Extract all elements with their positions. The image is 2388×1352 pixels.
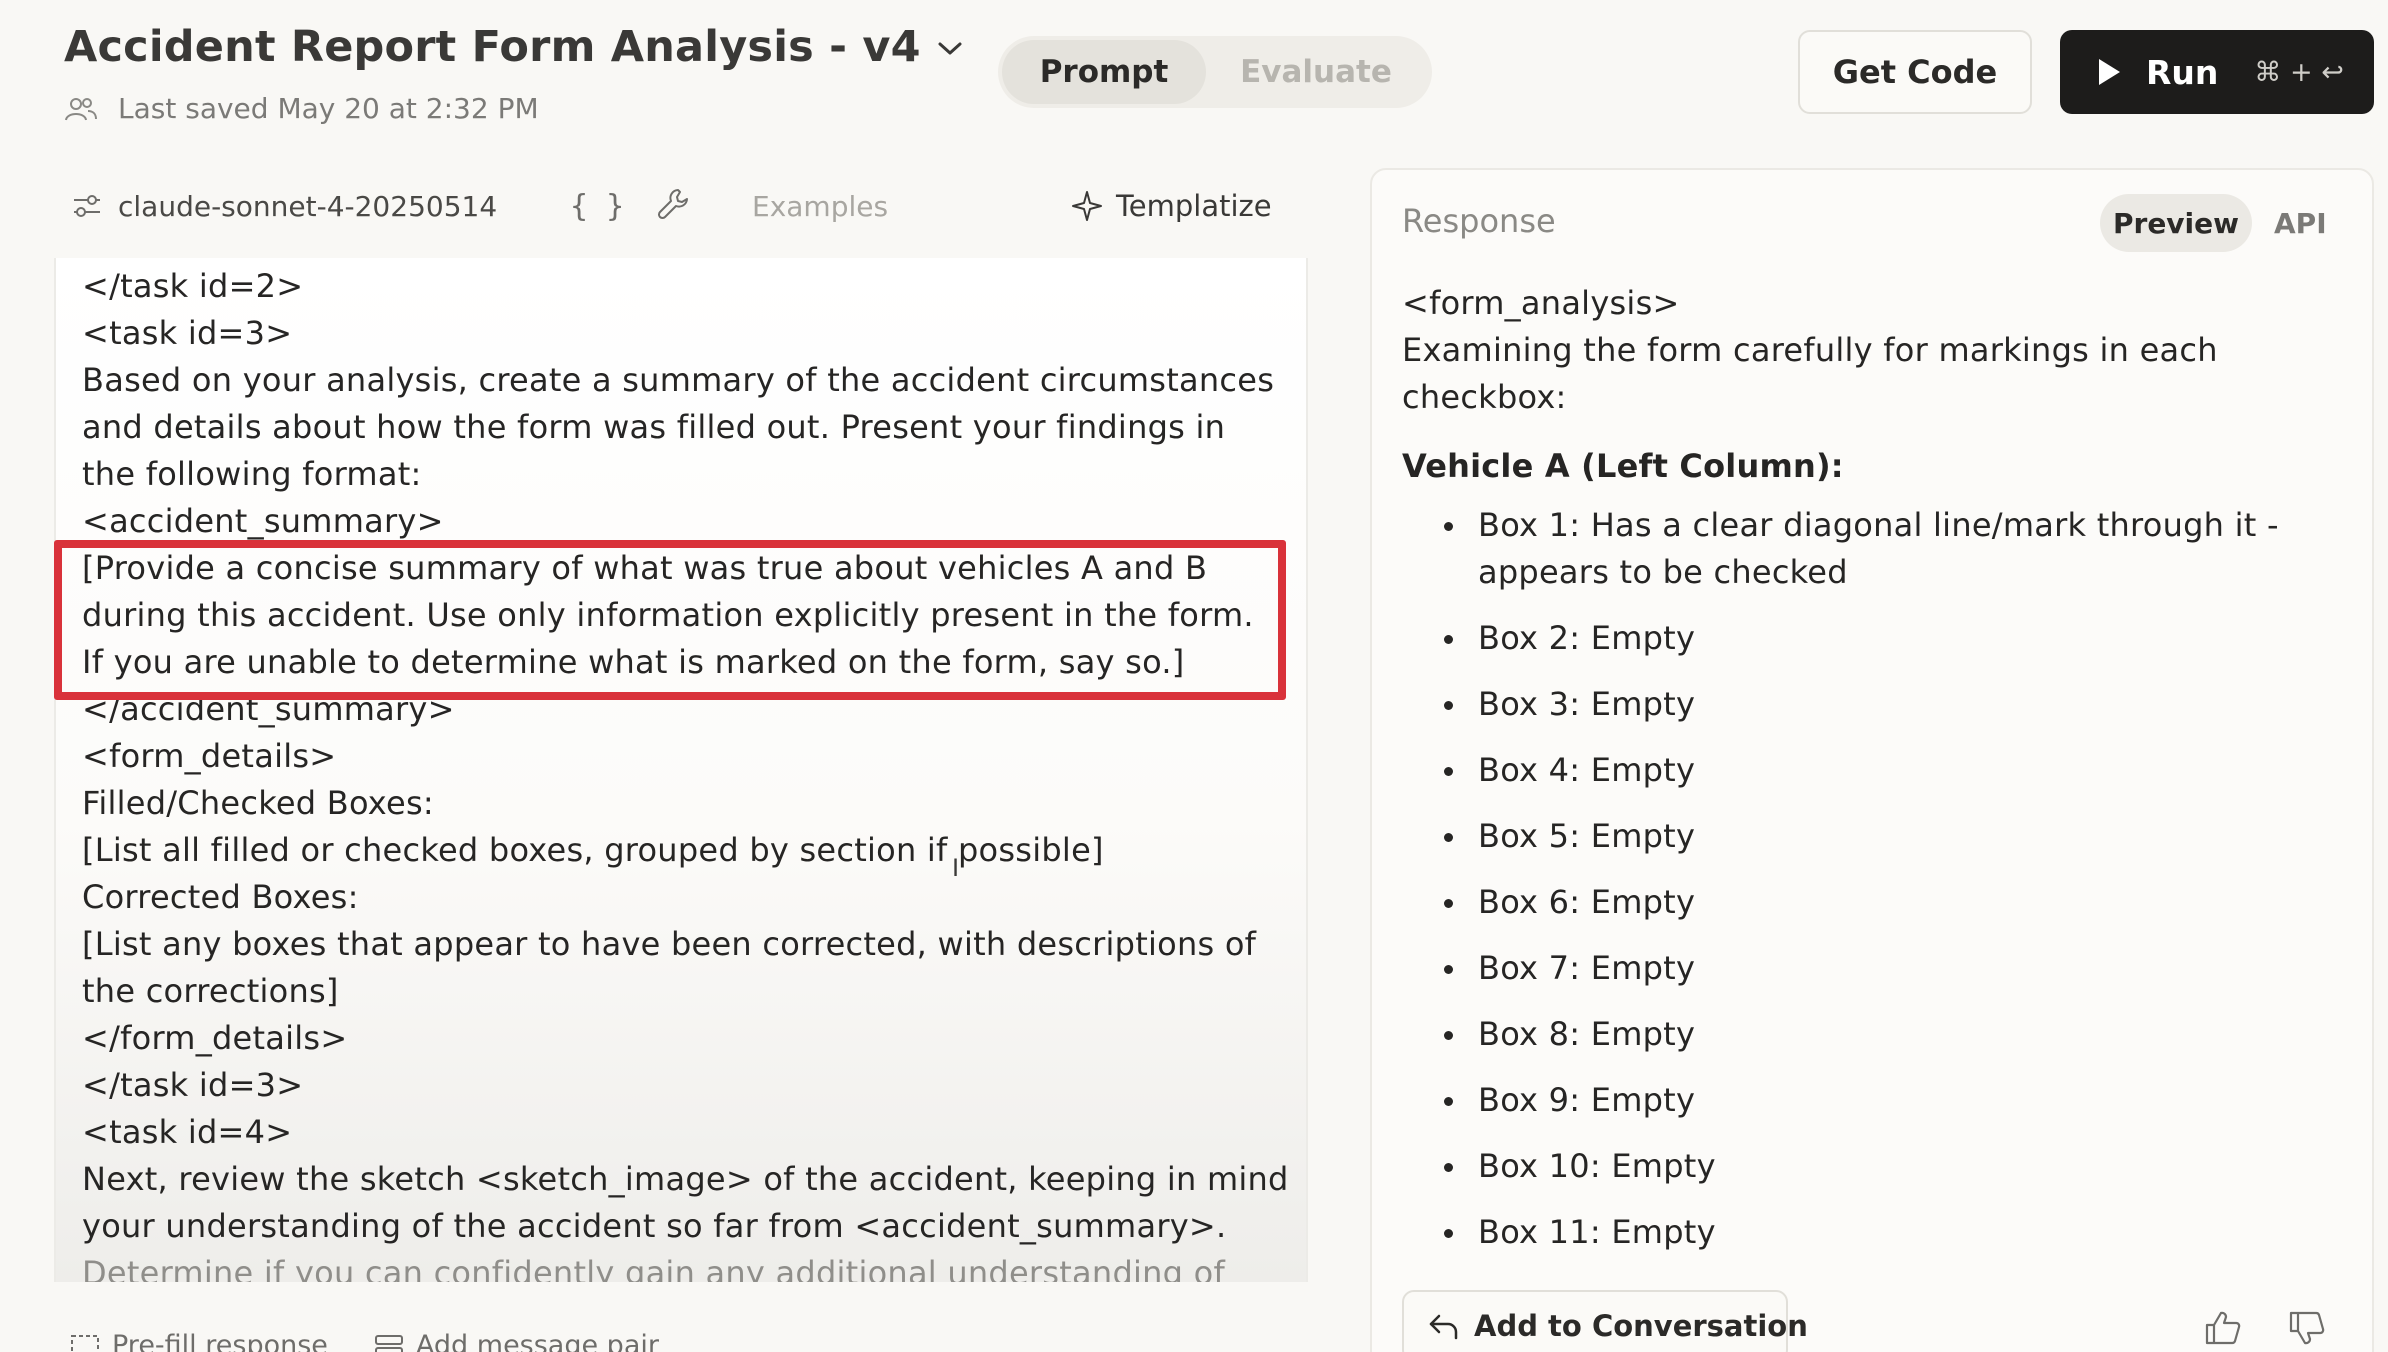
add-to-conversation-button[interactable]: Add to Conversation (1402, 1290, 1808, 1352)
editor-line: Corrected Boxes: (82, 878, 359, 916)
wrench-icon[interactable] (656, 186, 692, 222)
list-item-text: Box 6: Empty (1478, 883, 1696, 921)
list-item: Box 6: Empty (1402, 879, 2342, 926)
get-code-button[interactable]: Get Code (1798, 30, 2032, 114)
editor-line: and details about how the form was fille… (82, 408, 1226, 446)
editor-line: </task id=2> (82, 267, 304, 305)
run-label: Run (2146, 52, 2219, 92)
title-row[interactable]: Accident Report Form Analysis - v4 (64, 22, 963, 72)
response-line: checkbox: (1402, 378, 1567, 416)
thumbs-down-icon[interactable] (2288, 1310, 2326, 1346)
page-title: Accident Report Form Analysis - v4 (64, 22, 921, 72)
response-line: Examining the form carefully for marking… (1402, 331, 2218, 369)
list-item: Box 2: Empty (1402, 615, 2342, 662)
list-item: Box 8: Empty (1402, 1011, 2342, 1058)
list-item-text: Box 2: Empty (1478, 619, 1696, 657)
editor-line: </task id=3> (82, 1066, 304, 1104)
examples-button[interactable]: Examples (752, 190, 888, 223)
list-item-text: Box 1: Has a clear diagonal line/mark th… (1478, 506, 2279, 544)
list-item: Box 5: Empty (1402, 813, 2342, 860)
editor-line: [List all filled or checked boxes, group… (82, 831, 1104, 869)
list-item: Box 3: Empty (1402, 681, 2342, 728)
editor-line: Filled/Checked Boxes: (82, 784, 434, 822)
add-to-conversation-label: Add to Conversation (1474, 1309, 1808, 1343)
response-line: <form_analysis> (1402, 284, 1680, 322)
api-tab[interactable]: API (2274, 207, 2327, 240)
list-item-text: Box 7: Empty (1478, 949, 1696, 987)
add-message-pair-button[interactable]: Add message pair (374, 1330, 659, 1352)
editor-line: <task id=4> (82, 1113, 293, 1151)
editor-line: <form_details> (82, 737, 337, 775)
reply-icon (1428, 1312, 1460, 1340)
response-view-toggle: Preview API (2100, 194, 2327, 252)
response-heading: Vehicle A (Left Column): (1402, 447, 1844, 485)
last-saved: Last saved May 20 at 2:32 PM (64, 92, 539, 125)
prompt-editor[interactable]: </task id=2> <task id=3> Based on your a… (54, 258, 1308, 1282)
variables-button[interactable]: { } (570, 189, 624, 224)
prefill-icon (70, 1334, 100, 1352)
list-item: Box 1: Has a clear diagonal line/mark th… (1402, 502, 2342, 596)
editor-line: </form_details> (82, 1019, 348, 1057)
prefill-response-button[interactable]: Pre-fill response (70, 1330, 328, 1352)
list-item-text: Box 5: Empty (1478, 817, 1696, 855)
list-item-text: Box 10: Empty (1478, 1147, 1716, 1185)
list-item: Box 7: Empty (1402, 945, 2342, 992)
list-item: Box 11: Empty (1402, 1209, 2342, 1256)
response-panel: Response Preview API <form_analysis> Exa… (1370, 168, 2374, 1352)
templatize-label: Templatize (1116, 189, 1272, 223)
list-item-text: Box 4: Empty (1478, 751, 1696, 789)
add-pair-label: Add message pair (415, 1330, 659, 1352)
sliders-icon (72, 193, 102, 219)
message-pair-icon (374, 1334, 404, 1352)
sparkle-icon (1070, 189, 1104, 223)
mode-tabs: Prompt Evaluate (998, 36, 1432, 108)
editor-line: <accident_summary> (82, 502, 444, 540)
chevron-down-icon[interactable] (937, 41, 963, 57)
list-item-text: Box 11: Empty (1478, 1213, 1716, 1251)
last-saved-text: Last saved May 20 at 2:32 PM (118, 92, 539, 125)
list-item-text: Box 3: Empty (1478, 685, 1696, 723)
editor-bottom-bar: Pre-fill response Add message pair (70, 1330, 705, 1352)
templatize-button[interactable]: Templatize (1070, 189, 1272, 223)
list-item: Box 9: Empty (1402, 1077, 2342, 1124)
editor-line: Based on your analysis, create a summary… (82, 361, 1275, 399)
response-title: Response (1402, 202, 1556, 240)
model-selector[interactable]: claude-sonnet-4-20250514 (72, 190, 497, 223)
thumbs-up-icon[interactable] (2204, 1310, 2242, 1346)
editor-line: Determine if you can confidently gain an… (82, 1254, 1225, 1282)
response-list: Box 1: Has a clear diagonal line/mark th… (1402, 502, 2342, 1256)
tab-evaluate[interactable]: Evaluate (1206, 40, 1426, 104)
editor-line: the corrections] (82, 972, 339, 1010)
tab-prompt[interactable]: Prompt (1002, 40, 1206, 104)
list-item-text: Box 9: Empty (1478, 1081, 1696, 1119)
run-button[interactable]: Run ⌘ + ↩ (2060, 30, 2374, 114)
editor-line: Next, review the sketch <sketch_image> o… (82, 1160, 1289, 1198)
play-icon (2096, 57, 2122, 87)
prefill-label: Pre-fill response (112, 1330, 328, 1352)
response-content: <form_analysis> Examining the form caref… (1402, 280, 2342, 1256)
list-item-text: appears to be checked (1478, 553, 1848, 591)
editor-line: your understanding of the accident so fa… (82, 1207, 1227, 1245)
prompt-toolbar: claude-sonnet-4-20250514 { } Examples Te… (72, 182, 1284, 230)
model-name: claude-sonnet-4-20250514 (118, 189, 498, 223)
list-item: Box 4: Empty (1402, 747, 2342, 794)
run-shortcut: ⌘ + ↩ (2254, 56, 2344, 88)
preview-tab[interactable]: Preview (2100, 194, 2252, 252)
editor-line: <task id=3> (82, 314, 293, 352)
text-cursor-icon: I (952, 854, 960, 882)
people-icon (64, 95, 98, 123)
list-item: Box 10: Empty (1402, 1143, 2342, 1190)
editor-line: the following format: (82, 455, 422, 493)
highlight-annotation (54, 540, 1286, 700)
list-item-text: Box 8: Empty (1478, 1015, 1696, 1053)
editor-line: [List any boxes that appear to have been… (82, 925, 1257, 963)
